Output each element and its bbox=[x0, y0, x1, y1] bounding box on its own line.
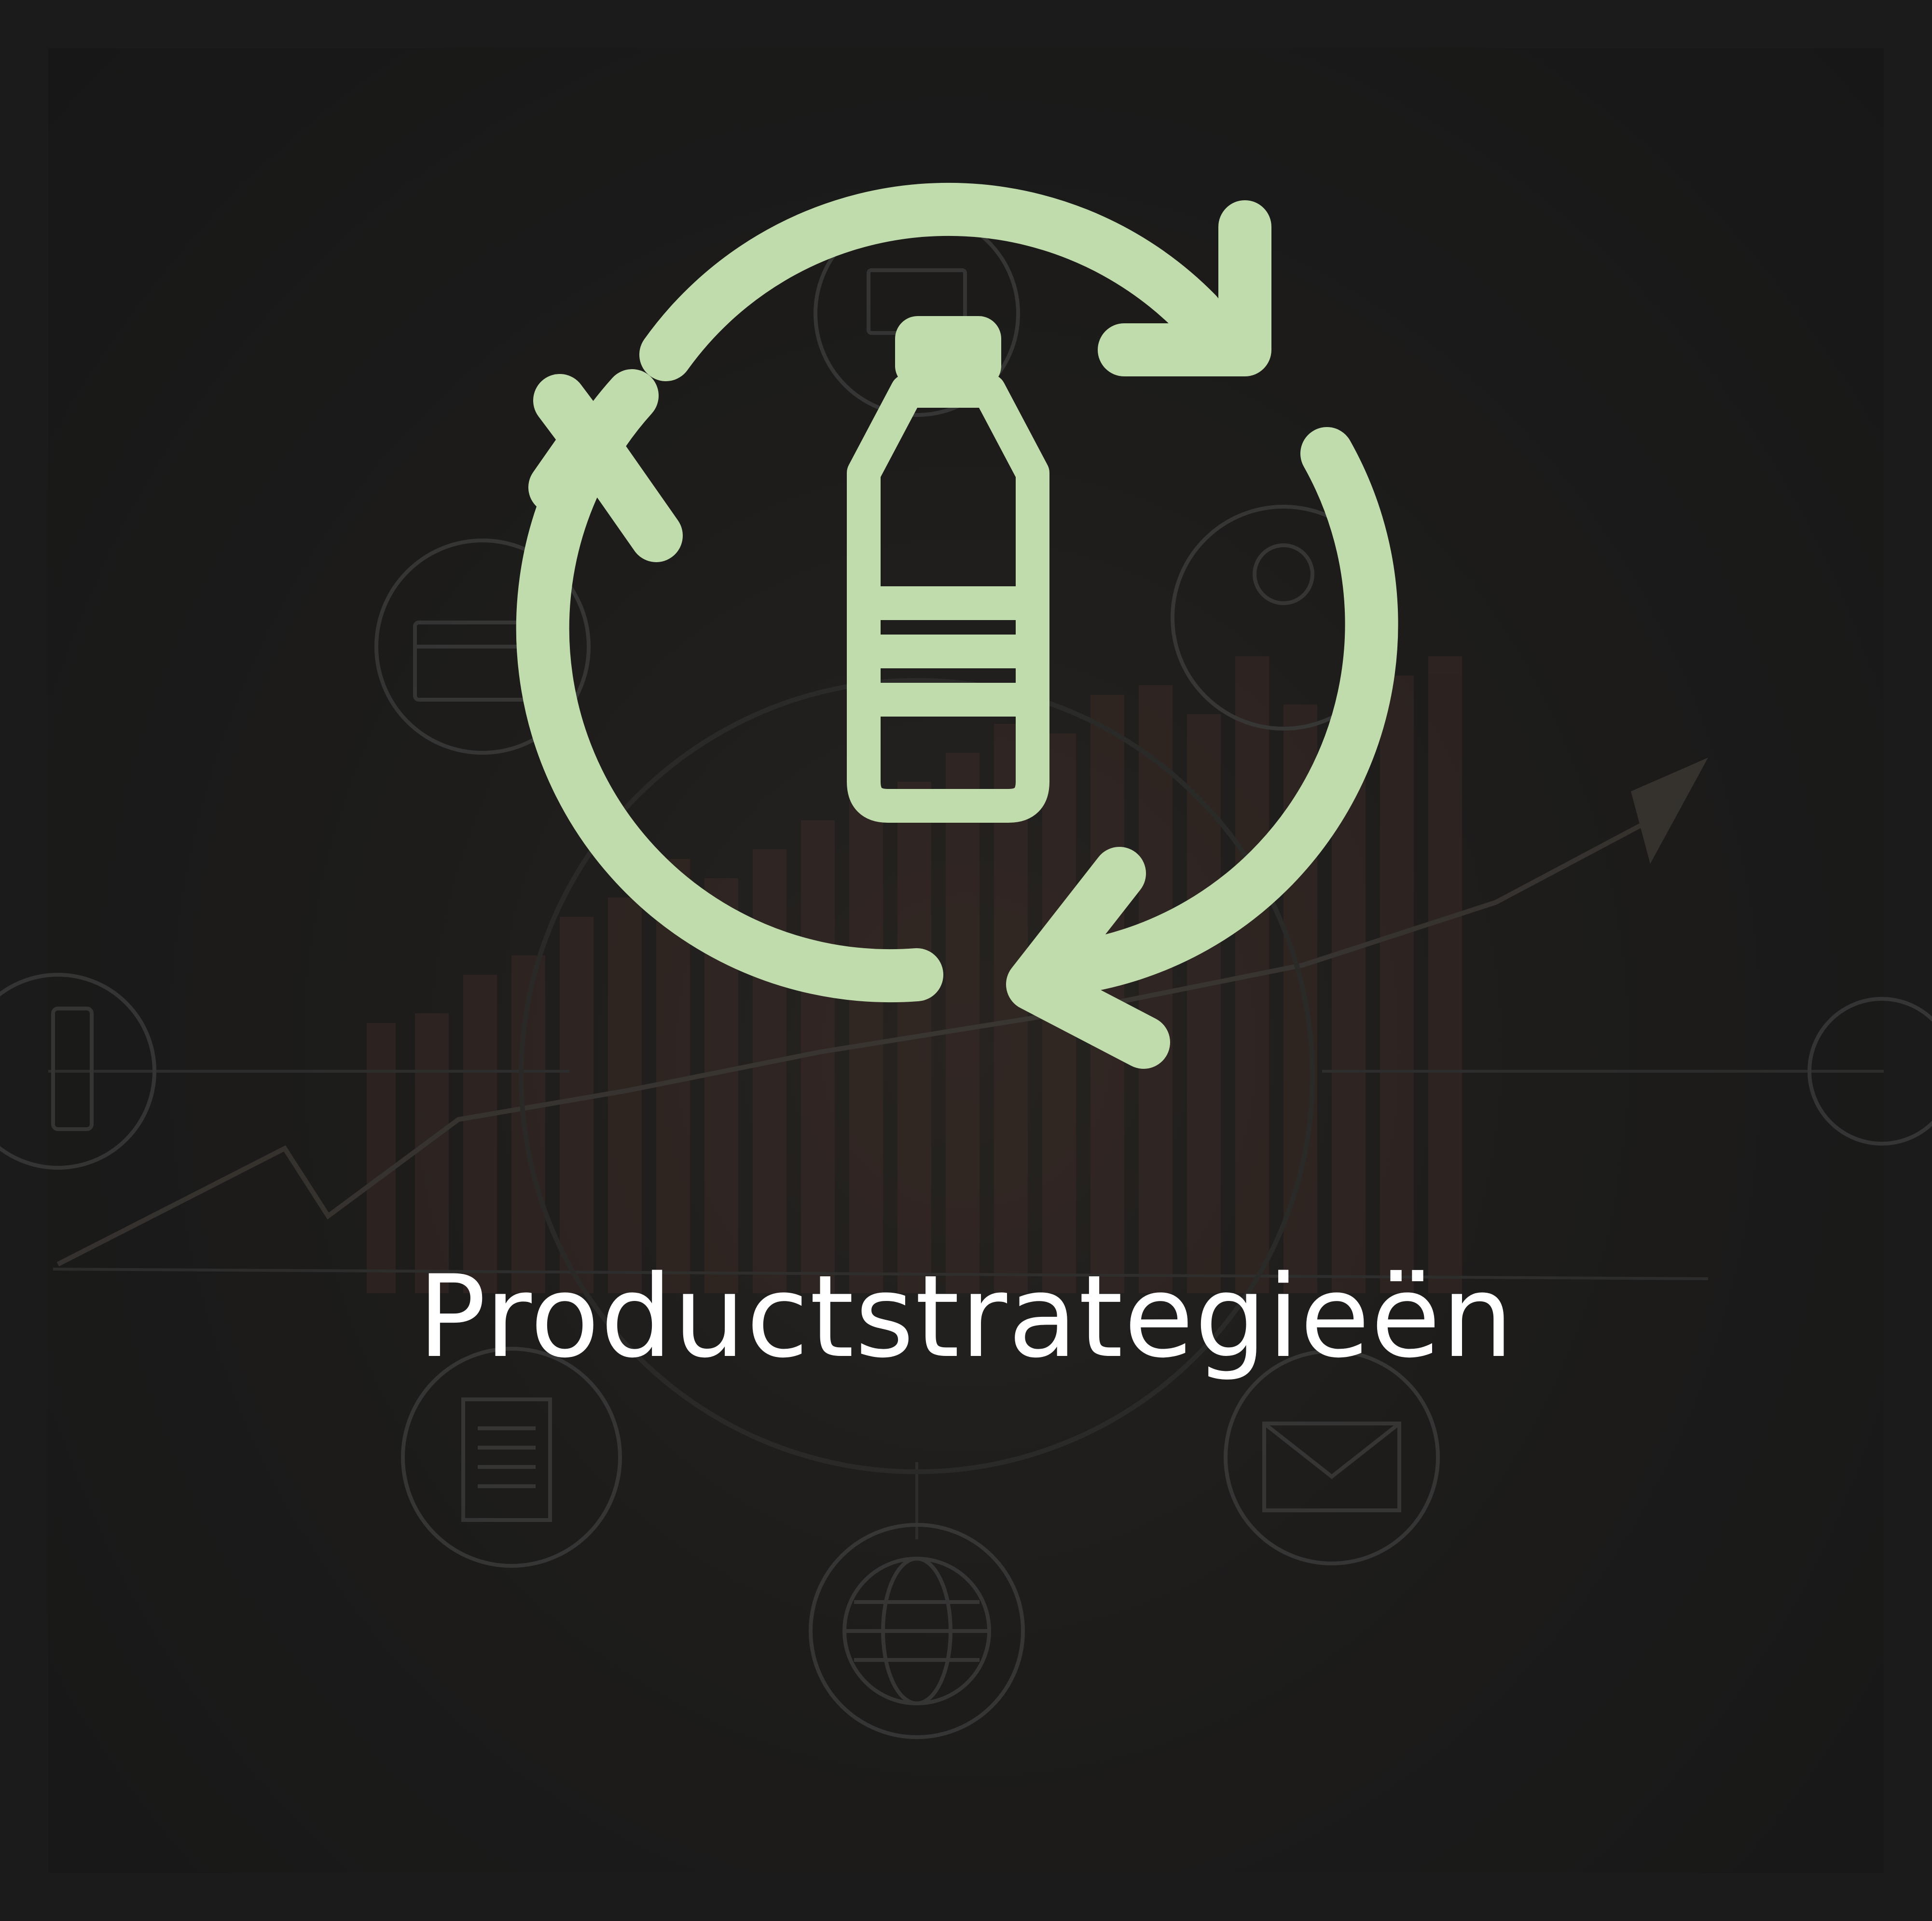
service-card[interactable]: Productstrategieën bbox=[0, 0, 1932, 1921]
mail-icon bbox=[1224, 1349, 1440, 1565]
card-title: Productstrategieën bbox=[417, 1251, 1515, 1383]
recycle-bottle-icon bbox=[516, 182, 1398, 1069]
